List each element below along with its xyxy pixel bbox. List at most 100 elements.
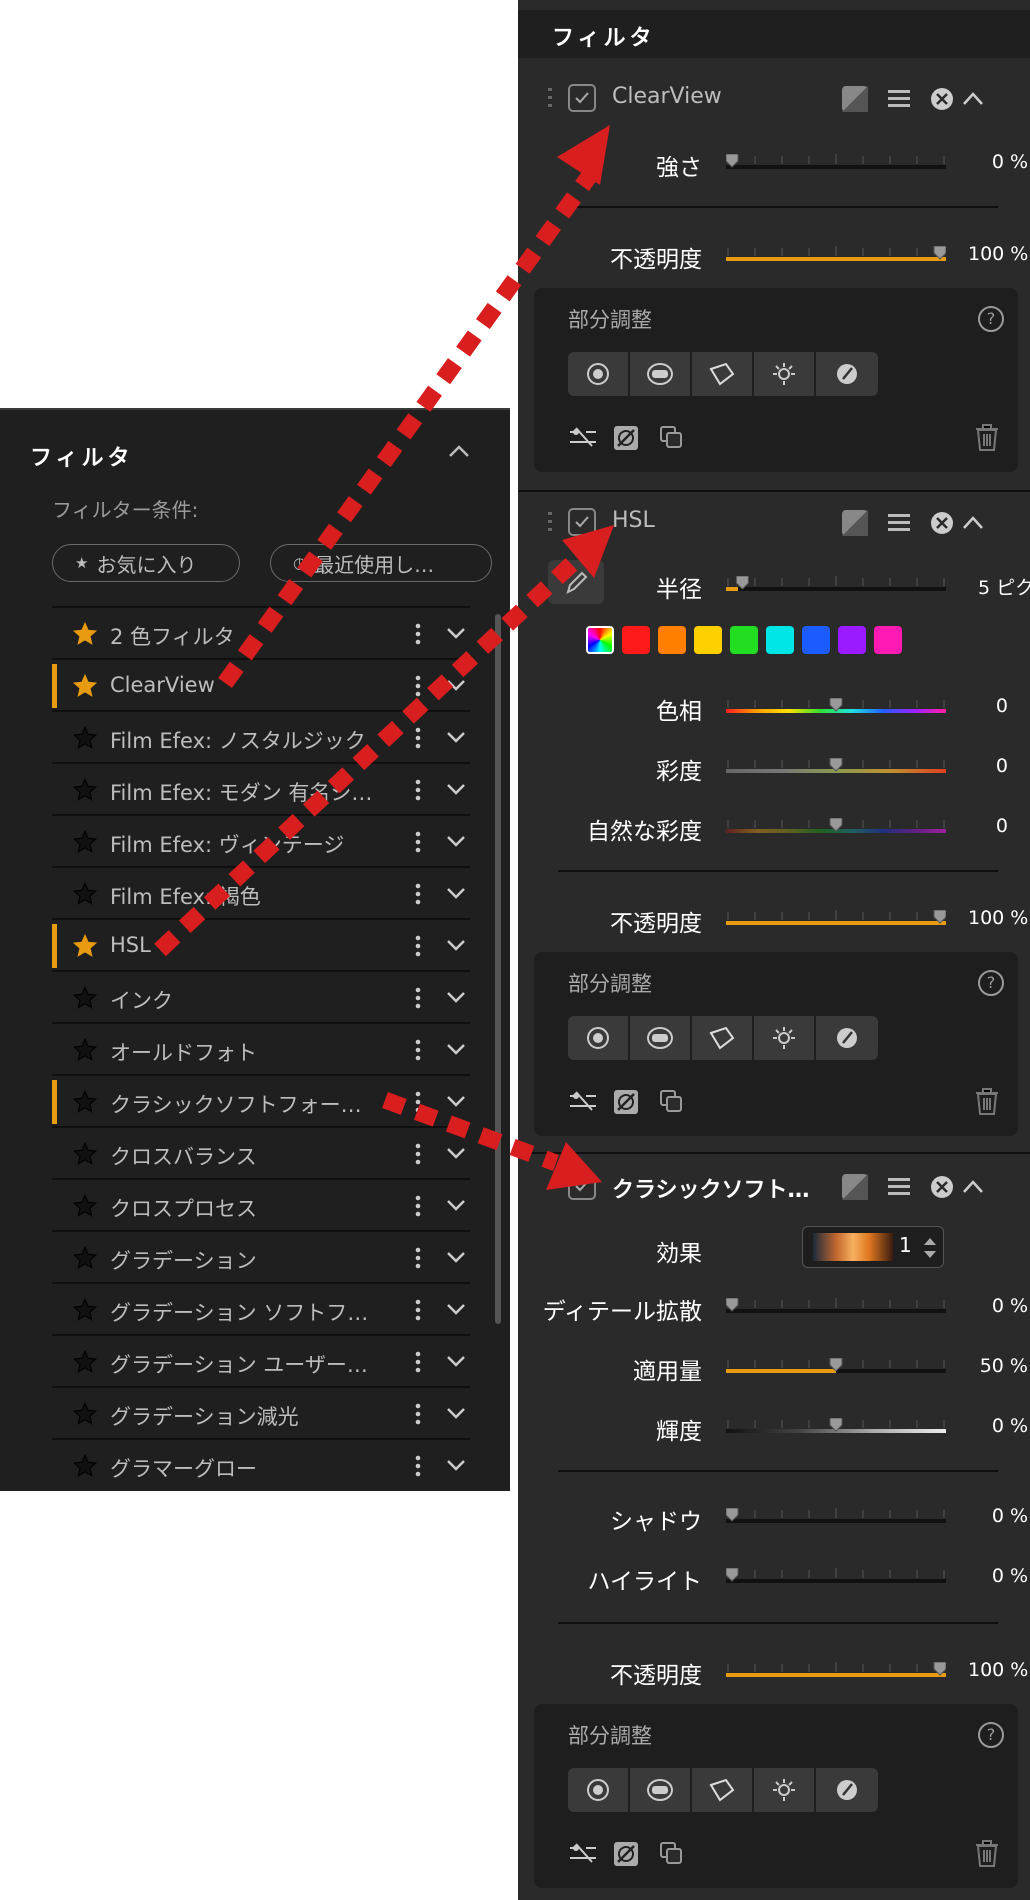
polygon-lasso-tool[interactable]	[692, 1016, 754, 1060]
saturation-slider[interactable]	[726, 758, 946, 774]
filter-list-item[interactable]: Film Efex: モダン 有名シ…	[52, 762, 470, 814]
chevron-down-icon[interactable]	[446, 1302, 466, 1316]
menu-icon[interactable]	[888, 90, 910, 107]
star-icon[interactable]	[72, 777, 98, 803]
opacity-slider[interactable]	[726, 1662, 946, 1678]
auto-selection-tool[interactable]	[754, 1016, 816, 1060]
star-icon[interactable]	[72, 1245, 98, 1271]
brush-tool[interactable]	[816, 1768, 878, 1812]
amount-slider[interactable]	[726, 1358, 946, 1374]
highlight-slider[interactable]	[726, 1568, 946, 1584]
control-point-tool[interactable]	[568, 1768, 630, 1812]
color-swatch[interactable]	[766, 626, 794, 654]
help-icon[interactable]: ?	[978, 306, 1004, 332]
control-point-tool[interactable]	[568, 352, 630, 396]
filter-list-item[interactable]: グラデーション減光	[52, 1386, 470, 1438]
color-swatch[interactable]	[622, 626, 650, 654]
duplicate-icon[interactable]	[658, 424, 684, 450]
filter-list-item[interactable]: 2 色フィルタ	[52, 606, 470, 658]
more-icon[interactable]	[414, 1350, 422, 1374]
filter-list-item[interactable]: インク	[52, 970, 470, 1022]
more-icon[interactable]	[414, 1142, 422, 1166]
chevron-down-icon[interactable]	[446, 1406, 466, 1420]
more-icon[interactable]	[414, 1454, 422, 1478]
more-icon[interactable]	[414, 726, 422, 750]
filter-list-item[interactable]: Film Efex: ノスタルジック	[52, 710, 470, 762]
star-icon[interactable]	[72, 1453, 98, 1479]
opacity-slider[interactable]	[726, 246, 946, 262]
more-icon[interactable]	[414, 1038, 422, 1062]
vibrance-slider[interactable]	[726, 818, 946, 834]
chevron-down-icon[interactable]	[446, 782, 466, 796]
star-icon[interactable]	[72, 881, 98, 907]
filter-list-item[interactable]: クラシックソフトフォー…	[52, 1074, 470, 1126]
recent-filter-button[interactable]: ◷ 最近使用し…	[270, 544, 492, 582]
invert-mask-icon[interactable]	[612, 1840, 640, 1868]
chevron-down-icon[interactable]	[446, 626, 466, 640]
stepper-icon[interactable]	[921, 1233, 939, 1263]
adjust-mask-icon[interactable]	[568, 1088, 598, 1114]
menu-icon[interactable]	[888, 1178, 910, 1195]
more-icon[interactable]	[414, 1298, 422, 1322]
more-icon[interactable]	[414, 622, 422, 646]
adjust-mask-icon[interactable]	[568, 424, 598, 450]
filter-list-item[interactable]: ClearView	[52, 658, 470, 710]
effect-preset-selector[interactable]: 1	[802, 1226, 944, 1268]
brush-tool[interactable]	[816, 352, 878, 396]
polygon-lasso-tool[interactable]	[692, 352, 754, 396]
filter-list-item[interactable]: クロスプロセス	[52, 1178, 470, 1230]
chevron-down-icon[interactable]	[446, 990, 466, 1004]
trash-icon[interactable]	[974, 422, 1000, 452]
shadow-slider[interactable]	[726, 1508, 946, 1524]
star-icon[interactable]	[72, 1297, 98, 1323]
star-icon[interactable]	[72, 673, 98, 699]
enable-checkbox[interactable]	[568, 1172, 596, 1200]
more-icon[interactable]	[414, 778, 422, 802]
help-icon[interactable]: ?	[978, 970, 1004, 996]
color-swatch[interactable]	[586, 626, 614, 654]
star-icon[interactable]	[72, 1349, 98, 1375]
filter-list-item[interactable]: グラデーション ユーザー…	[52, 1334, 470, 1386]
chevron-up-icon[interactable]	[448, 444, 470, 458]
control-point-tool[interactable]	[568, 1016, 630, 1060]
filter-list-item[interactable]: オールドフォト	[52, 1022, 470, 1074]
chevron-up-icon[interactable]	[963, 516, 983, 529]
chevron-down-icon[interactable]	[446, 1250, 466, 1264]
enable-checkbox[interactable]	[568, 508, 596, 536]
star-icon[interactable]	[72, 933, 98, 959]
color-control-point-tool[interactable]	[630, 1768, 692, 1812]
star-icon[interactable]	[72, 1037, 98, 1063]
more-icon[interactable]	[414, 830, 422, 854]
more-icon[interactable]	[414, 674, 422, 698]
mask-icon[interactable]	[842, 86, 868, 112]
color-swatch[interactable]	[874, 626, 902, 654]
hue-slider[interactable]	[726, 698, 946, 714]
chevron-down-icon[interactable]	[446, 834, 466, 848]
scrollbar[interactable]	[495, 614, 501, 1324]
filter-list-item[interactable]: HSL	[52, 918, 470, 970]
color-swatch[interactable]	[802, 626, 830, 654]
chevron-down-icon[interactable]	[446, 938, 466, 952]
color-swatch[interactable]	[838, 626, 866, 654]
filter-list-item[interactable]: グラデーション ソフトフ…	[52, 1282, 470, 1334]
brush-tool[interactable]	[816, 1016, 878, 1060]
chevron-up-icon[interactable]	[963, 92, 983, 105]
auto-selection-tool[interactable]	[754, 1768, 816, 1812]
star-icon[interactable]	[72, 1401, 98, 1427]
color-control-point-tool[interactable]	[630, 1016, 692, 1060]
chevron-down-icon[interactable]	[446, 1458, 466, 1472]
star-icon[interactable]	[72, 725, 98, 751]
chevron-up-icon[interactable]	[963, 1180, 983, 1193]
filter-list-item[interactable]: Film Efex: 褐色	[52, 866, 470, 918]
chevron-down-icon[interactable]	[446, 678, 466, 692]
close-icon[interactable]	[931, 88, 953, 110]
chevron-down-icon[interactable]	[446, 730, 466, 744]
detail-slider[interactable]	[726, 1298, 946, 1314]
brightness-slider[interactable]	[726, 1418, 946, 1434]
more-icon[interactable]	[414, 986, 422, 1010]
star-icon[interactable]	[72, 829, 98, 855]
more-icon[interactable]	[414, 882, 422, 906]
trash-icon[interactable]	[974, 1086, 1000, 1116]
more-icon[interactable]	[414, 934, 422, 958]
radius-slider[interactable]	[726, 576, 946, 592]
